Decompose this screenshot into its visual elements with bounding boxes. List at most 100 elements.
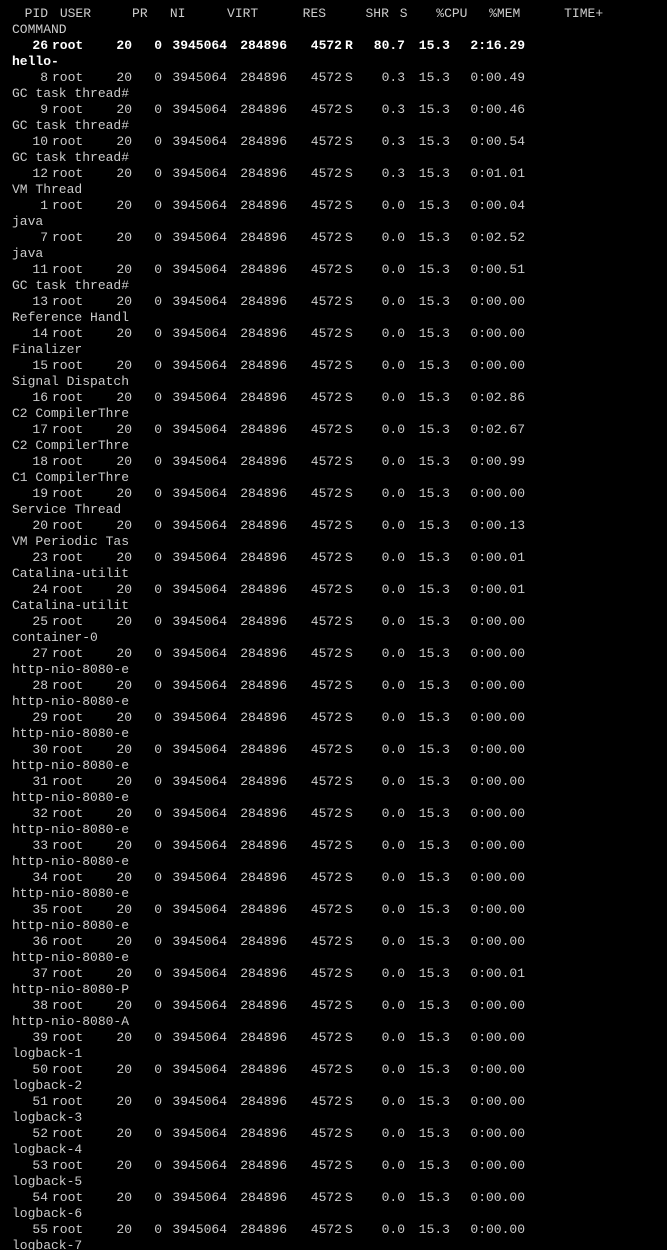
user-cell: root xyxy=(48,1030,102,1046)
col-s[interactable]: S xyxy=(397,6,415,22)
process-row[interactable]: 25root20039450642848964572S0.015.30:00.0… xyxy=(8,614,659,646)
col-shr[interactable]: SHR xyxy=(334,6,389,22)
pr-cell: 20 xyxy=(102,518,132,534)
process-row[interactable]: 9root20039450642848964572S0.315.30:00.46… xyxy=(8,102,659,134)
process-row[interactable]: 11root20039450642848964572S0.015.30:00.5… xyxy=(8,262,659,294)
process-row[interactable]: 36root20039450642848964572S0.015.30:00.0… xyxy=(8,934,659,966)
process-row[interactable]: 50root20039450642848964572S0.015.30:00.0… xyxy=(8,1062,659,1094)
cpu-cell: 0.0 xyxy=(360,870,405,886)
process-row[interactable]: 53root20039450642848964572S0.015.30:00.0… xyxy=(8,1158,659,1190)
shr-cell: 4572 xyxy=(287,102,342,118)
command-cell: C1 CompilerThre xyxy=(8,470,152,486)
process-row[interactable]: 34root20039450642848964572S0.015.30:00.0… xyxy=(8,870,659,902)
state-cell: S xyxy=(342,358,360,374)
res-cell: 284896 xyxy=(227,294,287,310)
shr-cell: 4572 xyxy=(287,870,342,886)
process-row[interactable]: 51root20039450642848964572S0.015.30:00.0… xyxy=(8,1094,659,1126)
col-pid[interactable]: PID xyxy=(8,6,48,22)
ni-cell: 0 xyxy=(132,38,162,54)
ni-cell: 0 xyxy=(132,678,162,694)
process-row[interactable]: 14root20039450642848964572S0.015.30:00.0… xyxy=(8,326,659,358)
col-ni[interactable]: NI xyxy=(155,6,185,22)
mem-cell: 15.3 xyxy=(405,774,450,790)
res-cell: 284896 xyxy=(227,998,287,1014)
user-cell: root xyxy=(48,102,102,118)
mem-cell: 15.3 xyxy=(405,1094,450,1110)
time-cell: 0:00.00 xyxy=(450,1126,525,1142)
process-row[interactable]: 13root20039450642848964572S0.015.30:00.0… xyxy=(8,294,659,326)
process-row[interactable]: 39root20039450642848964572S0.015.30:00.0… xyxy=(8,1030,659,1062)
time-cell: 0:00.00 xyxy=(450,934,525,950)
command-cell: GC task thread# xyxy=(8,118,152,134)
process-row[interactable]: 28root20039450642848964572S0.015.30:00.0… xyxy=(8,678,659,710)
col-mem[interactable]: %MEM xyxy=(475,6,520,22)
col-user[interactable]: USER xyxy=(56,6,110,22)
col-cpu[interactable]: %CPU xyxy=(423,6,468,22)
col-res[interactable]: RES xyxy=(266,6,326,22)
pr-cell: 20 xyxy=(102,358,132,374)
ni-cell: 0 xyxy=(132,1062,162,1078)
pid-cell: 15 xyxy=(8,358,48,374)
virt-cell: 3945064 xyxy=(162,294,227,310)
command-cell: http-nio-8080-P xyxy=(8,982,152,998)
state-cell: S xyxy=(342,998,360,1014)
state-cell: S xyxy=(342,102,360,118)
col-pr[interactable]: PR xyxy=(118,6,148,22)
time-cell: 0:00.00 xyxy=(450,1190,525,1206)
shr-cell: 4572 xyxy=(287,454,342,470)
process-row[interactable]: 31root20039450642848964572S0.015.30:00.0… xyxy=(8,774,659,806)
process-row[interactable]: 7root20039450642848964572S0.015.30:02.52… xyxy=(8,230,659,262)
state-cell: S xyxy=(342,966,360,982)
cpu-cell: 0.3 xyxy=(360,70,405,86)
process-row[interactable]: 27root20039450642848964572S0.015.30:00.0… xyxy=(8,646,659,678)
virt-cell: 3945064 xyxy=(162,902,227,918)
process-row[interactable]: 12root20039450642848964572S0.315.30:01.0… xyxy=(8,166,659,198)
pr-cell: 20 xyxy=(102,1222,132,1238)
pr-cell: 20 xyxy=(102,902,132,918)
process-row[interactable]: 33root20039450642848964572S0.015.30:00.0… xyxy=(8,838,659,870)
process-row[interactable]: 30root20039450642848964572S0.015.30:00.0… xyxy=(8,742,659,774)
process-row[interactable]: 15root20039450642848964572S0.015.30:00.0… xyxy=(8,358,659,390)
process-row[interactable]: 29root20039450642848964572S0.015.30:00.0… xyxy=(8,710,659,742)
res-cell: 284896 xyxy=(227,1222,287,1238)
state-cell: S xyxy=(342,262,360,278)
process-row[interactable]: 23root20039450642848964572S0.015.30:00.0… xyxy=(8,550,659,582)
process-row[interactable]: 10root20039450642848964572S0.315.30:00.5… xyxy=(8,134,659,166)
pr-cell: 20 xyxy=(102,198,132,214)
ni-cell: 0 xyxy=(132,998,162,1014)
process-row[interactable]: 24root20039450642848964572S0.015.30:00.0… xyxy=(8,582,659,614)
process-row[interactable]: 52root20039450642848964572S0.015.30:00.0… xyxy=(8,1126,659,1158)
process-row[interactable]: 35root20039450642848964572S0.015.30:00.0… xyxy=(8,902,659,934)
col-cmd[interactable]: COMMAND xyxy=(8,22,152,38)
process-row[interactable]: 18root20039450642848964572S0.015.30:00.9… xyxy=(8,454,659,486)
process-row[interactable]: 55root20039450642848964572S0.015.30:00.0… xyxy=(8,1222,659,1250)
virt-cell: 3945064 xyxy=(162,550,227,566)
res-cell: 284896 xyxy=(227,1094,287,1110)
time-cell: 0:00.13 xyxy=(450,518,525,534)
state-cell: S xyxy=(342,390,360,406)
command-cell: Catalina-utilit xyxy=(8,566,152,582)
cpu-cell: 0.0 xyxy=(360,1126,405,1142)
process-row[interactable]: 1root20039450642848964572S0.015.30:00.04… xyxy=(8,198,659,230)
col-virt[interactable]: VIRT xyxy=(193,6,258,22)
process-row[interactable]: 17root20039450642848964572S0.015.30:02.6… xyxy=(8,422,659,454)
process-row[interactable]: 38root20039450642848964572S0.015.30:00.0… xyxy=(8,998,659,1030)
col-time[interactable]: TIME+ xyxy=(528,6,603,22)
process-row[interactable]: 32root20039450642848964572S0.015.30:00.0… xyxy=(8,806,659,838)
user-cell: root xyxy=(48,134,102,150)
time-cell: 0:02.52 xyxy=(450,230,525,246)
process-row[interactable]: 19root20039450642848964572S0.015.30:00.0… xyxy=(8,486,659,518)
process-row[interactable]: 26root20039450642848964572R80.715.32:16.… xyxy=(8,38,659,70)
pr-cell: 20 xyxy=(102,934,132,950)
virt-cell: 3945064 xyxy=(162,966,227,982)
process-row[interactable]: 16root20039450642848964572S0.015.30:02.8… xyxy=(8,390,659,422)
process-row[interactable]: 20root20039450642848964572S0.015.30:00.1… xyxy=(8,518,659,550)
shr-cell: 4572 xyxy=(287,774,342,790)
pr-cell: 20 xyxy=(102,774,132,790)
process-row[interactable]: 8root20039450642848964572S0.315.30:00.49… xyxy=(8,70,659,102)
process-row[interactable]: 37root20039450642848964572S0.015.30:00.0… xyxy=(8,966,659,998)
cpu-cell: 0.0 xyxy=(360,646,405,662)
process-row[interactable]: 54root20039450642848964572S0.015.30:00.0… xyxy=(8,1190,659,1222)
process-table-body: 26root20039450642848964572R80.715.32:16.… xyxy=(8,38,659,1250)
cpu-cell: 0.0 xyxy=(360,550,405,566)
